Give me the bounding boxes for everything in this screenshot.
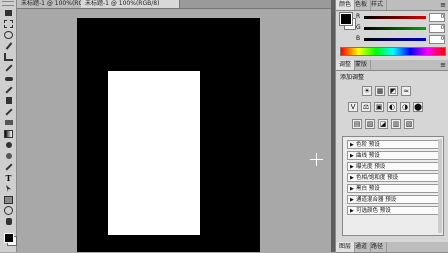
brush-tool-icon[interactable]	[3, 85, 14, 94]
exposure-icon[interactable]: ≈	[401, 86, 411, 96]
blue-label: B	[356, 35, 361, 42]
expand-triangle-icon: ▶	[350, 164, 354, 170]
selective-color-icon[interactable]: ▧	[404, 119, 414, 129]
history-brush-tool-icon[interactable]	[3, 107, 14, 116]
black-white-icon[interactable]: ◐	[387, 102, 397, 112]
crop-tool-icon[interactable]	[3, 52, 14, 61]
levels-icon[interactable]: ▦	[375, 86, 385, 96]
expand-triangle-icon: ▶	[350, 175, 354, 181]
clone-stamp-tool-icon[interactable]	[3, 96, 14, 105]
tab-masks[interactable]: 蒙版	[352, 60, 372, 70]
adjustment-icons-row-3: ▤ ▨ ◪ ▥ ▧	[352, 119, 448, 131]
adjustments-panel-tabs: 调整 蒙版 ≡	[336, 60, 448, 71]
expand-triangle-icon: ▶	[350, 142, 354, 148]
rectangle-tool-icon[interactable]	[3, 195, 14, 204]
color-spectrum-bar[interactable]	[340, 47, 446, 56]
photo-filter-icon[interactable]: ◑	[400, 102, 410, 112]
preset-item[interactable]: ▶ 色相/饱和度 预设	[347, 173, 439, 182]
gradient-map-icon[interactable]: ▥	[391, 119, 401, 129]
document-canvas[interactable]	[77, 18, 323, 252]
green-slider-row: G 0	[356, 24, 446, 33]
layers-panel-tabs: 图层 通道 路径	[336, 242, 448, 253]
blur-tool-icon[interactable]	[3, 140, 14, 149]
preset-label: 色阶 预设	[356, 142, 380, 148]
path-selection-tool-icon[interactable]	[3, 184, 14, 193]
expand-triangle-icon: ▶	[350, 208, 354, 214]
foreground-color-swatch[interactable]	[4, 233, 14, 243]
lasso-tool-icon[interactable]	[3, 30, 14, 39]
invert-icon[interactable]: ▤	[352, 119, 362, 129]
color-panel-tabs: 颜色 色板 样式 ≡	[336, 0, 448, 11]
preset-item[interactable]: ▶ 通道混合器 预设	[347, 195, 439, 204]
expand-triangle-icon: ▶	[350, 186, 354, 192]
move-tool-icon[interactable]	[3, 8, 14, 17]
curves-icon[interactable]: ◩	[388, 86, 398, 96]
blue-value-field[interactable]: 0	[429, 35, 445, 44]
preset-label: 通道混合器 预设	[356, 197, 397, 203]
preset-label: 曝光度 预设	[356, 164, 386, 170]
white-page-layer	[108, 71, 200, 235]
preset-item[interactable]: ▶ 黑白 预设	[347, 184, 439, 193]
document-tab-1[interactable]: 未标题-1 @ 100%(RGB/8)	[17, 0, 82, 8]
preset-item[interactable]: ▶ 曲线 预设	[347, 151, 439, 160]
tab-paths[interactable]: 路径	[368, 242, 388, 252]
adjustments-title: 添加调整	[340, 74, 365, 81]
document-tab-bar: 未标题-1 @ 100%(RGB/8) 未标题-1 @ 100%(RGB/8)	[17, 0, 331, 9]
dodge-tool-icon[interactable]	[3, 151, 14, 160]
adjustments-menu-icon[interactable]: ≡	[440, 61, 446, 69]
blue-slider-row: B 0	[356, 35, 446, 44]
red-label: R	[356, 13, 361, 20]
tab-styles[interactable]: 样式	[368, 0, 388, 10]
red-value-field[interactable]: 0	[429, 13, 445, 22]
3d-rotate-tool-icon[interactable]	[3, 206, 14, 215]
color-panel-fg-swatch[interactable]	[339, 12, 353, 26]
preset-item[interactable]: ▶ 可选颜色 预设	[347, 206, 439, 215]
color-balance-icon[interactable]: ▣	[374, 102, 384, 112]
red-slider[interactable]	[364, 16, 426, 19]
preset-item[interactable]: ▶ 曝光度 预设	[347, 162, 439, 171]
expand-triangle-icon: ▶	[350, 197, 354, 203]
green-value-field[interactable]: 0	[429, 24, 445, 33]
preset-item[interactable]: ▶ 色阶 预设	[347, 140, 439, 149]
hue-saturation-icon[interactable]: ⚖	[361, 102, 371, 112]
posterize-icon[interactable]: ▨	[365, 119, 375, 129]
preset-label: 可选颜色 预设	[356, 208, 391, 214]
eraser-tool-icon[interactable]	[3, 118, 14, 127]
healing-brush-tool-icon[interactable]	[3, 74, 14, 83]
green-label: G	[356, 24, 361, 31]
gradient-tool-icon[interactable]	[3, 129, 14, 138]
presets-scrollbar[interactable]	[438, 139, 442, 233]
eyedropper-tool-icon[interactable]	[3, 63, 14, 72]
hand-tool-icon[interactable]	[3, 217, 14, 226]
right-panel-dock: 颜色 色板 样式 ≡ R 0 G 0 B 0 调整 蒙版 ≡ 添加调整 ☀ ▦ …	[335, 0, 448, 253]
toolbar-grip[interactable]	[2, 1, 14, 6]
magic-wand-tool-icon[interactable]	[3, 41, 14, 50]
crosshair-cursor-icon	[310, 153, 323, 166]
type-tool-icon[interactable]: T	[3, 173, 14, 183]
preset-label: 色相/饱和度 预设	[356, 175, 399, 181]
tools-panel: T	[0, 0, 17, 252]
preset-label: 黑白 预设	[356, 186, 380, 192]
green-slider[interactable]	[364, 27, 426, 30]
channel-mixer-icon[interactable]: ⬤	[413, 102, 423, 112]
red-slider-row: R 0	[356, 13, 446, 22]
document-tab-2[interactable]: 未标题-1 @ 100%(RGB/8)	[81, 0, 180, 8]
adjustment-icons-row-1: ☀ ▦ ◩ ≈	[362, 86, 448, 98]
vibrance-icon[interactable]: V	[348, 102, 358, 112]
blue-slider[interactable]	[364, 38, 426, 41]
pen-tool-icon[interactable]	[3, 162, 14, 171]
threshold-icon[interactable]: ◪	[378, 119, 388, 129]
preset-label: 曲线 预设	[356, 153, 380, 159]
brightness-contrast-icon[interactable]: ☀	[362, 86, 372, 96]
adjustment-presets-list: ▶ 色阶 预设 ▶ 曲线 预设 ▶ 曝光度 预设 ▶ 色相/饱和度 预设 ▶ 黑白 预设 …	[342, 136, 444, 236]
expand-triangle-icon: ▶	[350, 153, 354, 159]
canvas-area[interactable]	[17, 9, 331, 252]
marquee-tool-icon[interactable]	[3, 19, 14, 28]
panel-menu-icon[interactable]: ≡	[440, 1, 446, 9]
adjustment-icons-row-2: V ⚖ ▣ ◐ ◑ ⬤	[348, 102, 448, 114]
